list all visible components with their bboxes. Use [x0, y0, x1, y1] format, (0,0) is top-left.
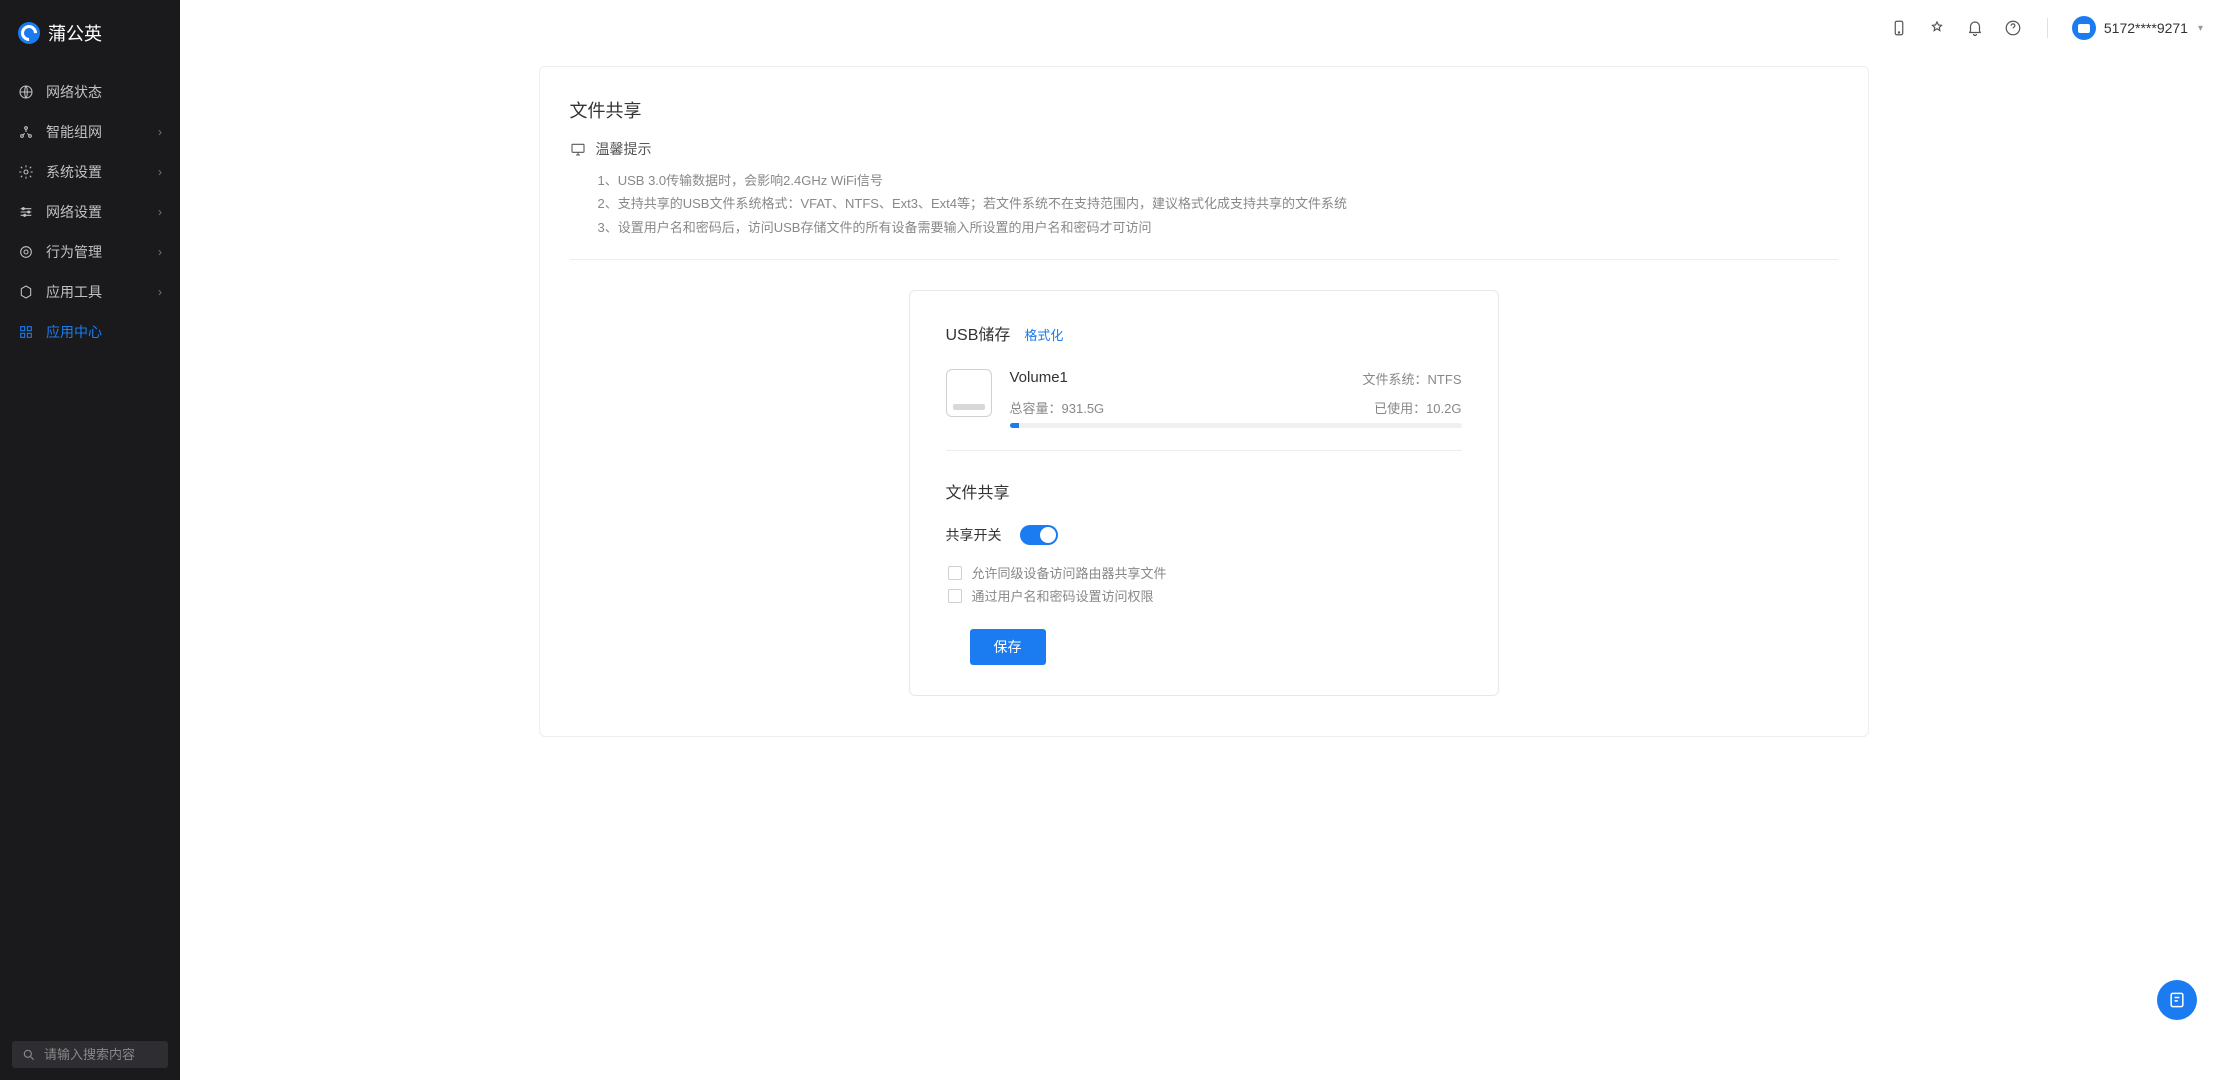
tip-icon	[570, 141, 586, 157]
sidebar-item-behavior[interactable]: 行为管理 ›	[0, 232, 180, 272]
checkbox[interactable]	[948, 589, 962, 603]
tip-header: 温馨提示	[570, 139, 1838, 159]
eye-icon	[18, 244, 34, 260]
tip-line: 2、支持共享的USB文件系统格式：VFAT、NTFS、Ext3、Ext4等；若文…	[598, 192, 1838, 215]
chevron-right-icon: ›	[158, 165, 162, 179]
tip-title: 温馨提示	[596, 139, 652, 159]
checkbox[interactable]	[948, 566, 962, 580]
main: 文件共享 温馨提示 1、USB 3.0传输数据时，会影响2.4GHz WiFi信…	[180, 0, 2227, 777]
save-button[interactable]: 保存	[970, 629, 1046, 665]
topbar: 5172****9271 ▾	[180, 0, 2227, 56]
fs-value: NTFS	[1428, 372, 1462, 387]
card-divider	[946, 450, 1462, 451]
sidebar-item-label: 网络设置	[46, 202, 102, 222]
chevron-down-icon: ▾	[2198, 23, 2203, 34]
chevron-right-icon: ›	[158, 205, 162, 219]
option-label: 通过用户名和密码设置访问权限	[972, 586, 1154, 605]
user-avatar-icon	[2072, 16, 2096, 40]
usb-storage-title: USB储存	[946, 321, 1011, 345]
sidebar-item-app-center[interactable]: 应用中心	[0, 312, 180, 352]
volume-row: Volume1 文件系统：NTFS 总容量：931.5G 已使用：10.2G	[946, 369, 1462, 428]
globe-icon	[18, 84, 34, 100]
search-box[interactable]	[12, 1041, 168, 1068]
search-icon	[22, 1048, 36, 1062]
option-peer-access[interactable]: 允许同级设备访问路由器共享文件	[946, 563, 1462, 582]
used-value: 10.2G	[1426, 401, 1461, 416]
usage-progress	[1010, 423, 1462, 428]
user-menu[interactable]: 5172****9271 ▾	[2072, 16, 2203, 40]
volume-name: Volume1	[1010, 369, 1068, 388]
option-credentials[interactable]: 通过用户名和密码设置访问权限	[946, 586, 1462, 605]
feedback-fab[interactable]	[2157, 980, 2197, 1020]
search-input[interactable]	[44, 1047, 158, 1062]
hexagon-icon	[18, 284, 34, 300]
page-card: 文件共享 温馨提示 1、USB 3.0传输数据时，会影响2.4GHz WiFi信…	[539, 66, 1869, 737]
sidebar-item-label: 应用中心	[46, 322, 102, 342]
sidebar-item-network-settings[interactable]: 网络设置 ›	[0, 192, 180, 232]
sliders-icon	[18, 204, 34, 220]
storage-card: USB储存 格式化 Volume1 文件系统：NTFS	[909, 290, 1499, 696]
brand-name: 蒲公英	[48, 20, 102, 46]
total-info: 总容量：931.5G	[1010, 398, 1105, 417]
brand-logo-icon	[18, 22, 40, 44]
sidebar-item-label: 网络状态	[46, 82, 102, 102]
tip-line: 1、USB 3.0传输数据时，会影响2.4GHz WiFi信号	[598, 169, 1838, 192]
sidebar-item-label: 行为管理	[46, 242, 102, 262]
chevron-right-icon: ›	[158, 245, 162, 259]
total-value: 931.5G	[1062, 401, 1105, 416]
chevron-right-icon: ›	[158, 125, 162, 139]
sidebar-item-app-tools[interactable]: 应用工具 ›	[0, 272, 180, 312]
apps-icon	[18, 324, 34, 340]
mobile-icon[interactable]	[1889, 18, 1909, 38]
help-icon[interactable]	[2003, 18, 2023, 38]
file-share-title: 文件共享	[946, 479, 1462, 503]
fs-info: 文件系统：NTFS	[1363, 369, 1462, 388]
tip-list: 1、USB 3.0传输数据时，会影响2.4GHz WiFi信号 2、支持共享的U…	[570, 169, 1838, 239]
used-info: 已使用：10.2G	[1374, 398, 1461, 417]
format-link[interactable]: 格式化	[1024, 325, 1063, 344]
sidebar-item-label: 系统设置	[46, 162, 102, 182]
share-toggle[interactable]	[1020, 525, 1058, 545]
user-label: 5172****9271	[2104, 20, 2188, 36]
sidebar-item-system-settings[interactable]: 系统设置 ›	[0, 152, 180, 192]
tip-line: 3、设置用户名和密码后，访问USB存储文件的所有设备需要输入所设置的用户名和密码…	[598, 216, 1838, 239]
topbar-divider	[2047, 18, 2048, 38]
fs-label: 文件系统：	[1363, 372, 1428, 387]
sidebar-item-network-status[interactable]: 网络状态	[0, 72, 180, 112]
sidebar-item-smart-network[interactable]: 智能组网 ›	[0, 112, 180, 152]
brand: 蒲公英	[0, 0, 180, 72]
chevron-right-icon: ›	[158, 285, 162, 299]
usage-progress-fill	[1010, 423, 1019, 428]
bell-icon[interactable]	[1965, 18, 1985, 38]
share-switch-row: 共享开关	[946, 525, 1462, 545]
sidebar: 蒲公英 网络状态 智能组网 › 系统设置 › 网络设置	[0, 0, 180, 1080]
sidebar-search-wrap	[0, 1029, 180, 1080]
divider	[570, 259, 1838, 260]
cloud-icon[interactable]	[1927, 18, 1947, 38]
option-label: 允许同级设备访问路由器共享文件	[972, 563, 1167, 582]
total-label: 总容量：	[1010, 401, 1062, 416]
nodes-icon	[18, 124, 34, 140]
disk-icon	[946, 369, 992, 417]
page-title: 文件共享	[570, 97, 1838, 123]
gear-icon	[18, 164, 34, 180]
sidebar-nav: 网络状态 智能组网 › 系统设置 › 网络设置 ›	[0, 72, 180, 1029]
sidebar-item-label: 智能组网	[46, 122, 102, 142]
used-label: 已使用：	[1374, 401, 1426, 416]
sidebar-item-label: 应用工具	[46, 282, 102, 302]
switch-label: 共享开关	[946, 525, 1002, 545]
